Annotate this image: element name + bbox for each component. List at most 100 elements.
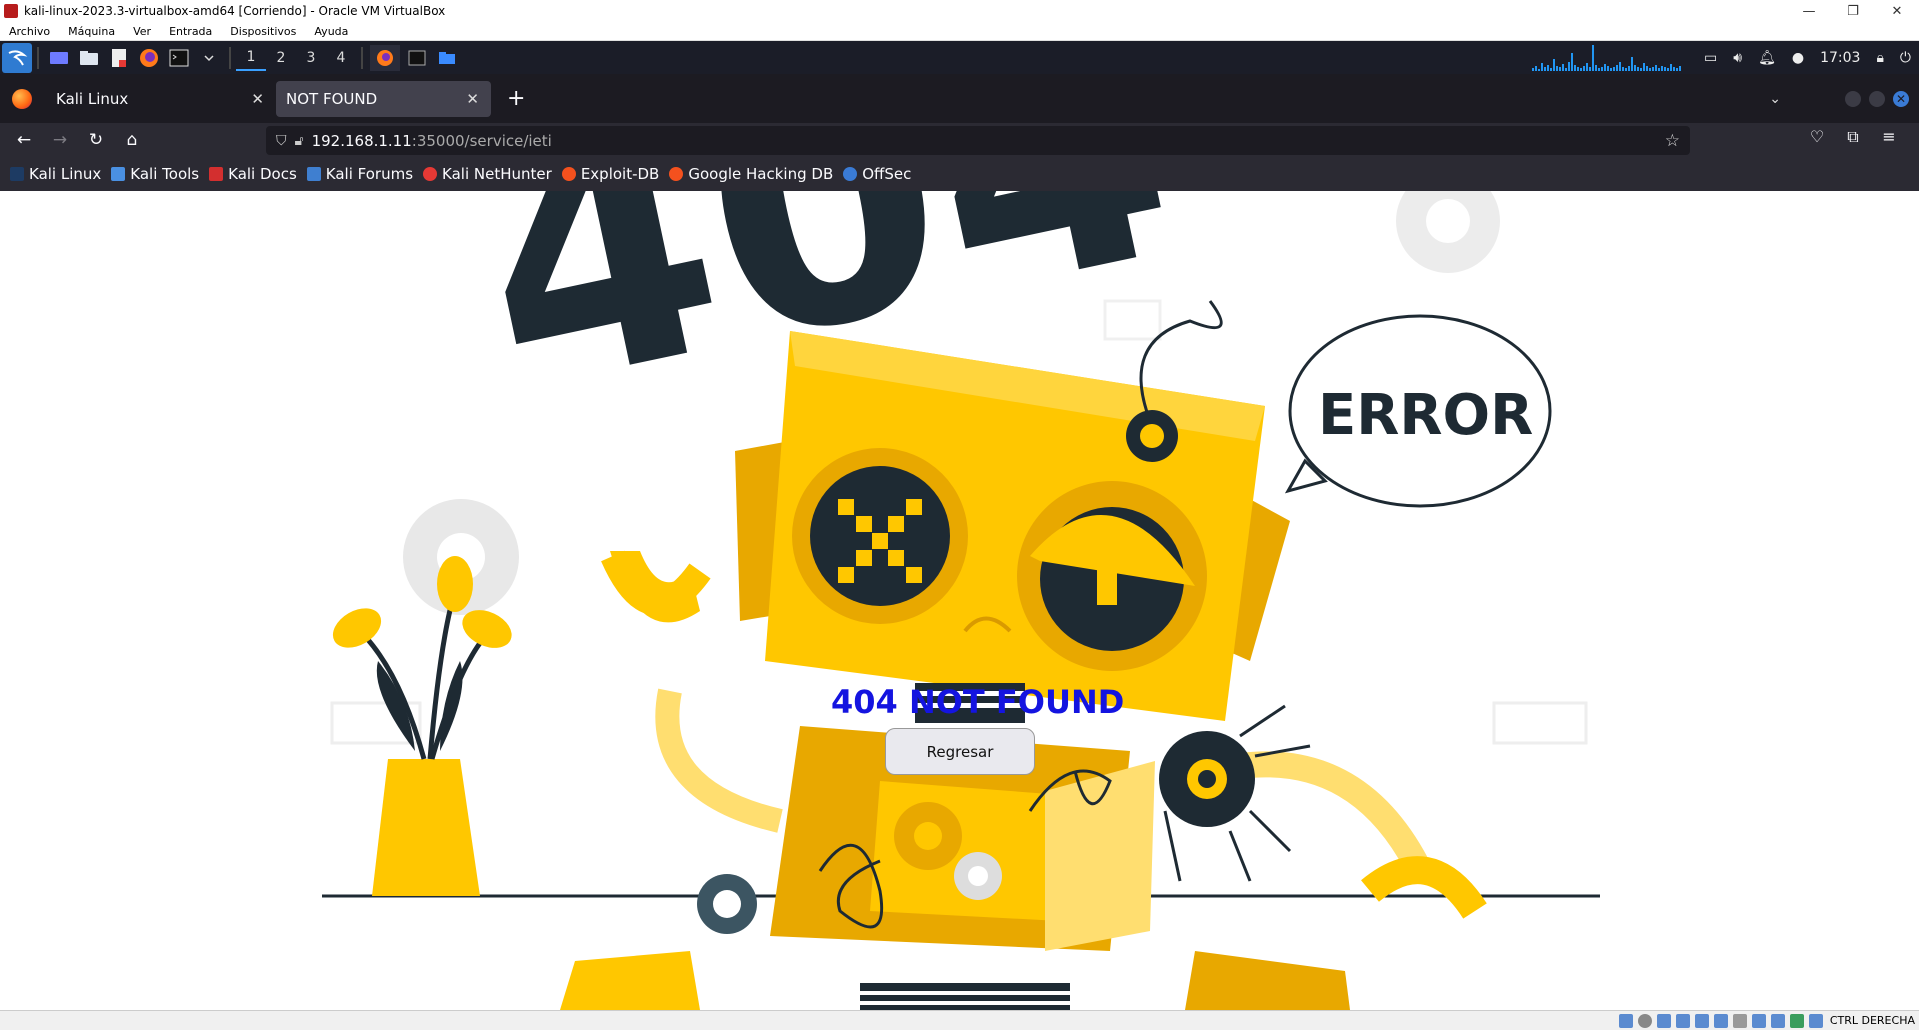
network-icon[interactable] xyxy=(1675,1013,1690,1028)
connection-insecure-icon[interactable]: 🔓︎ xyxy=(295,133,304,149)
tracking-protection-icon[interactable]: ⛉ xyxy=(276,133,287,149)
bookmark-kali-linux[interactable]: Kali Linux xyxy=(10,165,101,183)
cpu-status-icon[interactable] xyxy=(1770,1013,1785,1028)
cpu-graph-bar xyxy=(1670,63,1673,71)
cpu-graph-bar xyxy=(1658,67,1661,71)
nav-toolbar-right: ♡ ⧉ ≡ xyxy=(1799,127,1907,147)
window-close-button[interactable]: ✕ xyxy=(1893,90,1909,107)
cpu-graph-bar xyxy=(1583,65,1586,71)
launcher-dropdown-icon[interactable] xyxy=(196,45,222,71)
clock[interactable]: 17:03 xyxy=(1820,50,1860,66)
workspace-3[interactable]: 3 xyxy=(296,45,326,71)
notifications-bell-icon[interactable]: 🔔︎ xyxy=(1758,50,1776,66)
cpu-graph-bar xyxy=(1589,66,1592,71)
bookmark-star-icon[interactable]: ☆ xyxy=(1665,131,1680,151)
cpu-graph-bar xyxy=(1553,58,1556,71)
display-status-icon[interactable] xyxy=(1732,1013,1747,1028)
shared-folders-icon[interactable] xyxy=(1713,1013,1728,1028)
kali-docs-icon xyxy=(209,167,224,181)
bookmark-kali-nethunter[interactable]: Kali NetHunter xyxy=(423,165,552,183)
minimize-button[interactable]: — xyxy=(1787,4,1831,19)
list-all-tabs-icon[interactable]: ⌄ xyxy=(1769,91,1781,107)
tab-bar-right: ⌄ ✕ xyxy=(1769,90,1913,107)
back-button[interactable]: ← xyxy=(6,130,42,150)
display-icon[interactable]: ▭ xyxy=(1704,50,1717,66)
forward-button[interactable]: → xyxy=(42,130,78,150)
home-button[interactable]: ⌂ xyxy=(114,130,150,150)
cpu-graph-bar xyxy=(1610,67,1613,71)
lock-icon[interactable]: 🔒︎ xyxy=(1876,50,1883,66)
offsec-icon xyxy=(843,167,858,181)
tab-not-found[interactable]: NOT FOUND ✕ xyxy=(276,80,491,117)
terminal-launcher-icon[interactable] xyxy=(166,45,192,71)
menu-ayuda[interactable]: Ayuda xyxy=(305,25,357,38)
close-window-button[interactable]: ✕ xyxy=(1875,4,1919,19)
taskbar-firefox-icon[interactable] xyxy=(370,44,400,71)
bookmark-offsec[interactable]: OffSec xyxy=(843,165,911,183)
bookmark-google-hacking-db[interactable]: Google Hacking DB xyxy=(669,165,833,183)
workspace-2[interactable]: 2 xyxy=(266,45,296,71)
bookmark-kali-forums[interactable]: Kali Forums xyxy=(306,165,413,183)
regresar-button[interactable]: Regresar xyxy=(885,728,1035,775)
cpu-graph-bar xyxy=(1601,66,1604,71)
firefox-launcher-icon[interactable] xyxy=(136,45,162,71)
cpu-graph-bar xyxy=(1586,62,1589,71)
file-manager-icon[interactable] xyxy=(76,45,102,71)
usb-icon[interactable] xyxy=(1694,1013,1709,1028)
audio-icon[interactable] xyxy=(1656,1013,1671,1028)
workspace-4[interactable]: 4 xyxy=(326,45,356,71)
hard-disk-icon[interactable] xyxy=(1618,1013,1633,1028)
menu-archivo[interactable]: Archivo xyxy=(0,25,59,38)
menu-entrada[interactable]: Entrada xyxy=(160,25,221,38)
cpu-graph-bar xyxy=(1634,64,1637,71)
extensions-icon[interactable]: ⧉ xyxy=(1835,127,1871,147)
taskbar-folder-icon[interactable] xyxy=(434,45,460,71)
firefox-view-icon[interactable] xyxy=(12,88,32,109)
menu-dispositivos[interactable]: Dispositivos xyxy=(221,25,305,38)
new-tab-button[interactable]: + xyxy=(507,86,525,111)
text-editor-icon[interactable] xyxy=(106,45,132,71)
bookmark-kali-docs[interactable]: Kali Docs xyxy=(209,165,297,183)
bookmark-exploit-db[interactable]: Exploit-DB xyxy=(561,165,659,183)
menu-ver[interactable]: Ver xyxy=(124,25,160,38)
firefox-tab-bar: Kali Linux ✕ NOT FOUND ✕ + ⌄ ✕ xyxy=(0,74,1919,123)
logout-icon[interactable]: ⏻ xyxy=(1900,50,1911,66)
kali-top-panel: 1 2 3 4 ▭ 🔊︎ 🔔︎ ● 17:03 🔒︎ ⏻ xyxy=(0,41,1919,74)
video-capture-icon[interactable] xyxy=(1751,1013,1766,1028)
url-bar[interactable]: ⛉ 🔓︎ 192.168.1.11 :35000/service/ieti ☆ xyxy=(266,126,1690,155)
workspace-1[interactable]: 1 xyxy=(236,45,266,71)
cpu-graph-bar xyxy=(1640,67,1643,71)
maximize-button[interactable]: ❐ xyxy=(1831,4,1875,19)
pocket-icon[interactable]: ♡ xyxy=(1799,127,1835,147)
bookmark-label: Kali Docs xyxy=(228,165,297,183)
power-status-icon[interactable]: ● xyxy=(1792,50,1804,66)
ghdb-icon xyxy=(669,167,684,181)
tab-close-icon[interactable]: ✕ xyxy=(466,90,479,108)
reload-button[interactable]: ↻ xyxy=(78,130,114,150)
taskbar-terminal-icon[interactable] xyxy=(404,45,430,71)
window-maximize-button[interactable] xyxy=(1869,90,1885,107)
mouse-integration-icon[interactable] xyxy=(1789,1013,1804,1028)
menu-maquina[interactable]: Máquina xyxy=(59,25,124,38)
window-minimize-button[interactable] xyxy=(1845,90,1861,107)
kali-menu-icon[interactable] xyxy=(2,42,32,73)
cpu-graph-bar xyxy=(1541,62,1544,71)
robot-404-illustration: 404 ERROR xyxy=(322,191,1600,1010)
cpu-graph-bar xyxy=(1595,64,1598,71)
bookmark-label: OffSec xyxy=(862,165,912,183)
volume-icon[interactable]: 🔊︎ xyxy=(1733,50,1742,66)
cpu-graph-bar xyxy=(1544,66,1547,71)
bookmark-kali-tools[interactable]: Kali Tools xyxy=(111,165,199,183)
cpu-graph-bar xyxy=(1559,66,1562,71)
cpu-graph-bar xyxy=(1574,64,1577,71)
show-desktop-icon[interactable] xyxy=(46,45,72,71)
optical-drive-icon[interactable] xyxy=(1637,1013,1652,1028)
keyboard-icon[interactable] xyxy=(1808,1013,1823,1028)
tab-kali-linux[interactable]: Kali Linux ✕ xyxy=(46,81,276,117)
kali-tools-icon xyxy=(111,167,126,181)
cpu-graph-bar xyxy=(1538,68,1541,71)
cpu-graph-bar xyxy=(1631,56,1634,71)
tab-close-icon[interactable]: ✕ xyxy=(251,90,264,108)
window-controls: — ❐ ✕ xyxy=(1787,4,1919,19)
app-menu-icon[interactable]: ≡ xyxy=(1871,127,1907,147)
